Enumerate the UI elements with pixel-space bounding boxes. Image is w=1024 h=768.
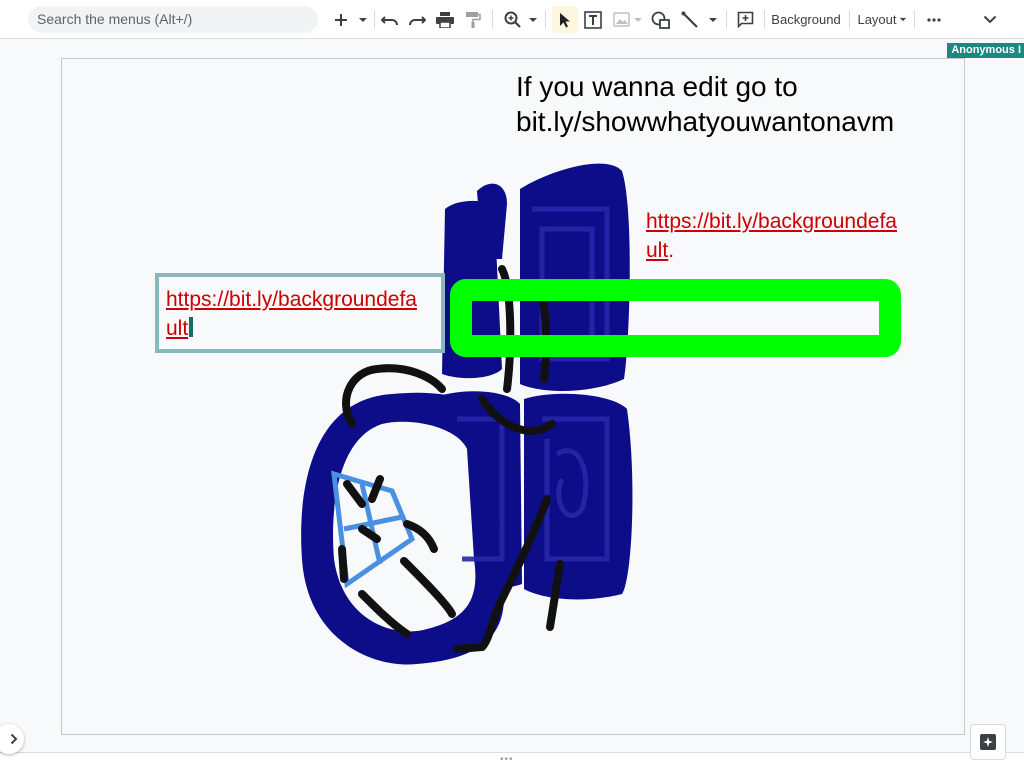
navy-pane-bottom-right — [524, 393, 633, 600]
shape-icon[interactable] — [648, 6, 672, 33]
add-dropdown-icon[interactable] — [356, 6, 370, 33]
title-line-1: If you wanna edit go to — [516, 71, 798, 102]
image-dropdown-icon[interactable] — [632, 6, 644, 33]
freehand-drawing[interactable] — [62, 59, 965, 735]
slide-canvas[interactable]: If you wanna edit go to bit.ly/showwhaty… — [61, 58, 965, 735]
slide-title-text[interactable]: If you wanna edit go to bit.ly/showwhaty… — [516, 69, 956, 139]
redo-icon[interactable] — [405, 6, 429, 33]
link-text-right[interactable]: https://bit.ly/backgroundefa ult. — [646, 207, 926, 265]
zoom-icon[interactable] — [500, 6, 524, 33]
link-left-line-2[interactable]: ult — [166, 317, 188, 340]
link-right-suffix: . — [668, 239, 675, 262]
toolbar-divider — [726, 10, 727, 29]
collapse-toolbar-icon[interactable] — [978, 6, 1002, 33]
toolbar-divider — [492, 10, 493, 29]
link-right-line-1[interactable]: https://bit.ly/backgroundefa — [646, 210, 897, 233]
toolbar-divider — [545, 10, 546, 29]
select-icon[interactable] — [552, 6, 578, 33]
text-cursor — [189, 317, 194, 337]
search-menus-input[interactable]: Search the menus (Alt+/) — [28, 6, 318, 33]
add-comment-icon[interactable] — [733, 6, 757, 33]
anonymous-user-badge[interactable]: Anonymous I — [947, 43, 1024, 58]
background-button[interactable]: Background — [770, 6, 842, 33]
line-icon[interactable] — [678, 6, 702, 33]
add-icon[interactable] — [330, 6, 352, 33]
navy-pane-top-left-cap — [477, 183, 507, 259]
toolbar-divider — [914, 10, 915, 29]
link-right-line-2[interactable]: ult — [646, 239, 668, 262]
paint-format-icon[interactable] — [461, 6, 485, 33]
speaker-notes-drag-handle[interactable]: ••• — [500, 754, 514, 765]
line-dropdown-icon[interactable] — [706, 6, 720, 33]
toolbar: Search the menus (Alt+/) Background Layo… — [0, 0, 1024, 39]
text-box-icon[interactable] — [581, 6, 605, 33]
more-icon[interactable] — [922, 6, 946, 33]
chevron-right-icon[interactable] — [0, 724, 24, 754]
layout-label: Layout — [857, 12, 897, 27]
undo-icon[interactable] — [378, 6, 402, 33]
toolbar-divider — [764, 10, 765, 29]
layout-dropdown-icon — [899, 17, 906, 22]
title-line-2: bit.ly/showwhatyouwantonavm — [516, 106, 895, 137]
zoom-dropdown-icon[interactable] — [526, 6, 540, 33]
link-left-line-1[interactable]: https://bit.ly/backgroundefa — [166, 288, 417, 311]
image-icon[interactable] — [609, 6, 633, 33]
link-text-left[interactable]: https://bit.ly/backgroundefa ult — [166, 285, 446, 343]
toolbar-divider — [374, 10, 375, 29]
explore-icon[interactable] — [970, 724, 1006, 760]
toolbar-divider — [849, 10, 850, 29]
layout-button[interactable]: Layout — [856, 6, 908, 33]
print-icon[interactable] — [433, 6, 457, 33]
